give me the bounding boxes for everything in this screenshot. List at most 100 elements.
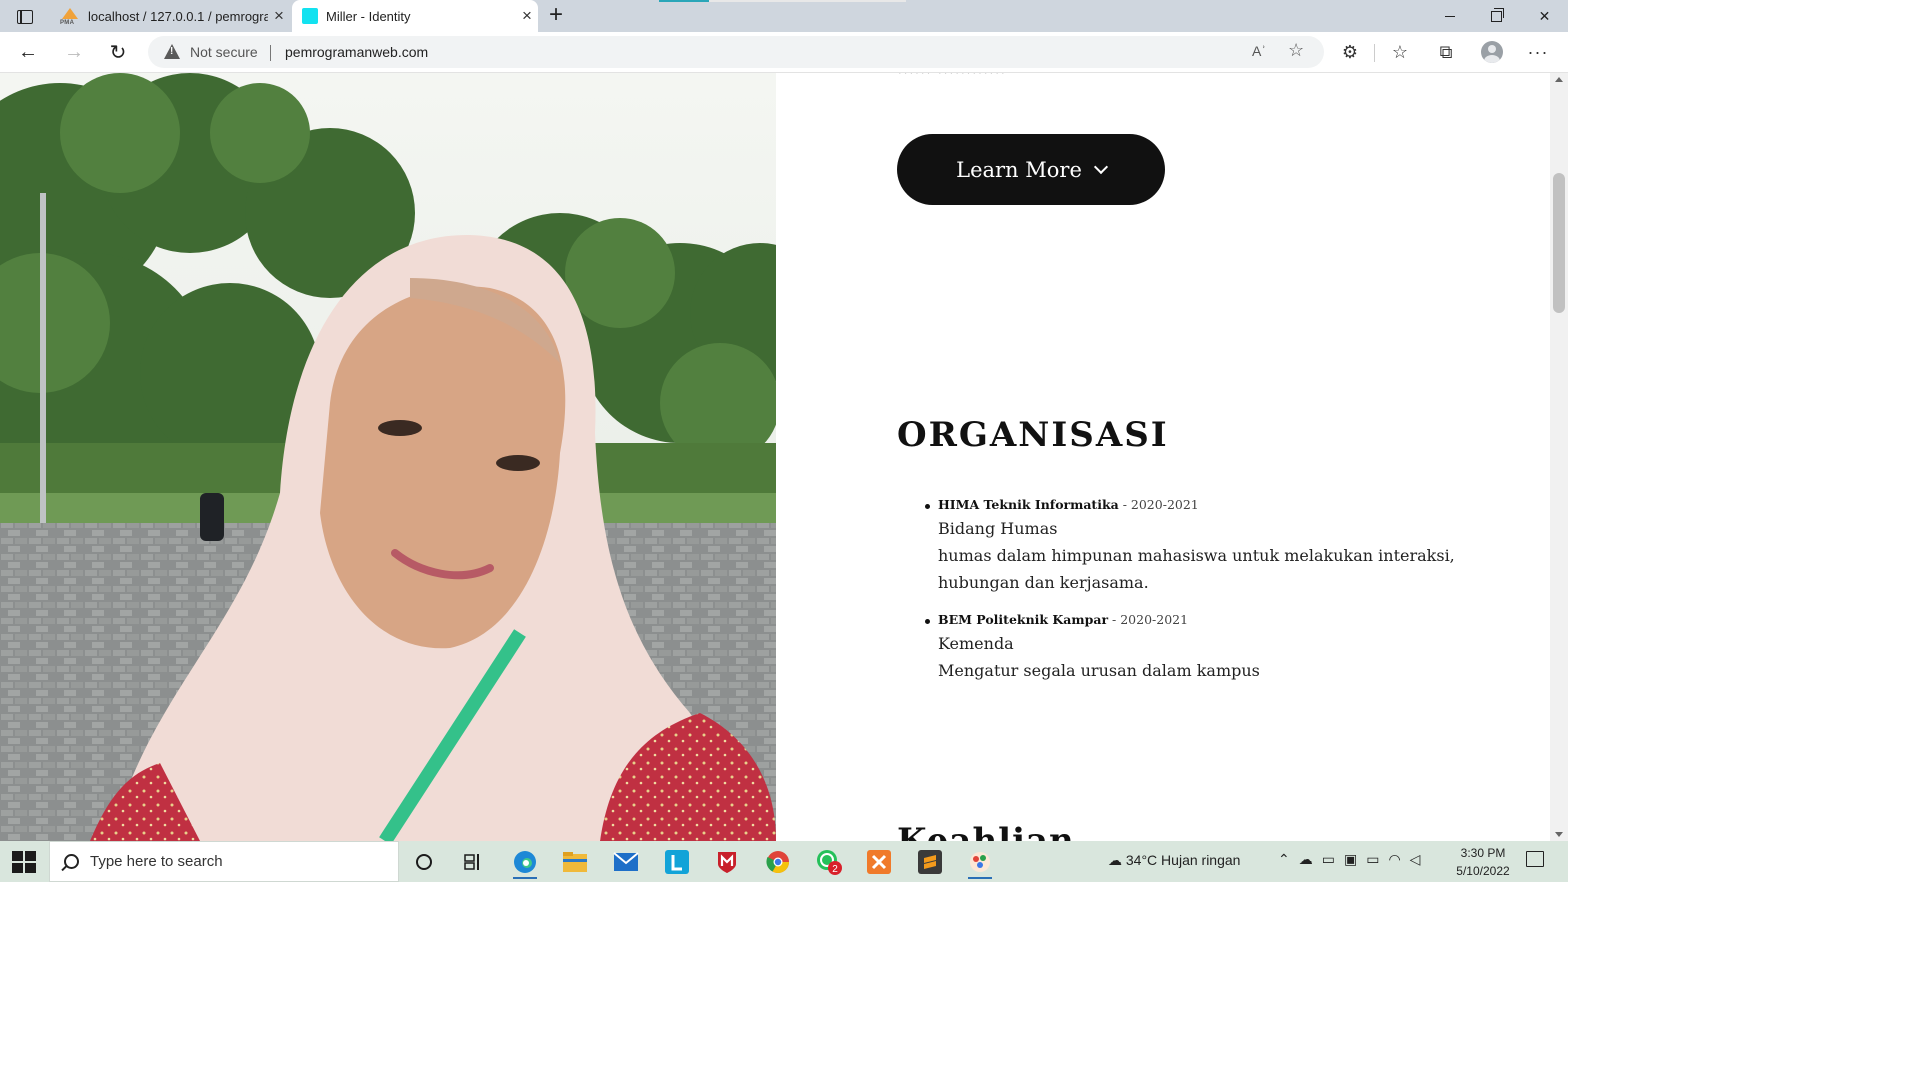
chevron-down-icon: [1093, 159, 1108, 175]
paint-app-icon[interactable]: [960, 845, 1000, 879]
tab-phpmyadmin[interactable]: PMA localhost / 127.0.0.1 / pemrograman …: [52, 0, 290, 32]
profile-button[interactable]: [1476, 36, 1508, 68]
extensions-icon[interactable]: ⚙: [1334, 36, 1366, 68]
whatsapp-badge: 2: [832, 864, 838, 875]
learn-more-label: Learn More: [956, 157, 1082, 182]
loading-indicator: [659, 0, 709, 2]
weather-text: 34°C Hujan ringan: [1125, 852, 1241, 868]
whatsapp-icon[interactable]: 2: [809, 845, 849, 879]
close-tab-icon[interactable]: ×: [268, 6, 290, 26]
xampp-icon[interactable]: [859, 845, 899, 879]
sublime-text-icon[interactable]: [910, 845, 950, 879]
system-tray[interactable]: ⌃☁▭▣▭◠◁: [1278, 851, 1429, 868]
security-label[interactable]: Not secure: [190, 44, 258, 60]
scroll-up-icon[interactable]: [1555, 77, 1563, 82]
scrollbar-thumb[interactable]: [1553, 173, 1565, 313]
back-button[interactable]: ←: [12, 36, 44, 68]
chrome-icon[interactable]: [758, 845, 798, 879]
mcafee-icon[interactable]: [707, 845, 747, 879]
clock-time: 3:30 PM: [1460, 846, 1506, 860]
page-scrollbar[interactable]: [1550, 73, 1568, 841]
minimize-icon: [1444, 15, 1455, 17]
org-role: Kemenda: [938, 634, 1014, 653]
new-tab-button[interactable]: +: [544, 3, 568, 29]
collections-icon[interactable]: ⧉: [1430, 36, 1462, 68]
url-text[interactable]: pemrogramanweb.com: [285, 44, 428, 60]
search-icon: [64, 854, 79, 869]
minimize-button[interactable]: [1426, 0, 1473, 32]
forward-button[interactable]: →: [58, 36, 90, 68]
windows-start-icon[interactable]: [12, 851, 36, 873]
close-tab-icon[interactable]: ×: [516, 6, 538, 26]
org-year: - 2020-2021: [1108, 612, 1189, 627]
volume-icon[interactable]: ◁: [1410, 851, 1430, 867]
mail-icon[interactable]: [606, 845, 646, 879]
taskbar-search-box[interactable]: Type here to search: [49, 841, 399, 882]
org-description: Mengatur segala urusan dalam kampus: [938, 661, 1260, 680]
browser-tab-strip: PMA localhost / 127.0.0.1 / pemrograman …: [0, 0, 1568, 32]
chevron-up-icon[interactable]: ⌃: [1278, 851, 1299, 867]
phpmyadmin-icon: PMA: [60, 8, 80, 26]
tab-actions-icon: [17, 10, 33, 24]
list-item: BEM Politeknik Kampar - 2020-2021 Kemend…: [897, 610, 1497, 684]
address-separator: [270, 45, 271, 61]
file-explorer-icon[interactable]: [555, 845, 595, 879]
address-bar[interactable]: Not secure pemrogramanweb.com Aʾ ☆: [148, 36, 1324, 68]
wifi-icon[interactable]: ◠: [1388, 851, 1409, 867]
org-year: - 2020-2021: [1118, 497, 1199, 512]
browser-toolbar: ← → ↻ Not secure pemrogramanweb.com Aʾ ☆…: [0, 32, 1568, 73]
learn-more-button[interactable]: Learn More: [897, 134, 1165, 205]
weather-icon: ☁: [1108, 852, 1122, 868]
organisasi-list: HIMA Teknik Informatika - 2020-2021 Bida…: [897, 495, 1497, 698]
cortana-icon[interactable]: [404, 845, 444, 879]
section-title-keahlian: Keahlian: [897, 821, 1075, 841]
org-description: humas dalam himpunan mahasiswa untuk mel…: [938, 546, 1455, 592]
tab-miller-identity[interactable]: Miller - Identity ×: [292, 0, 538, 32]
active-indicator: [968, 877, 992, 879]
arrow-left-icon: ←: [18, 40, 38, 63]
display-icon[interactable]: ▣: [1344, 851, 1366, 867]
notification-icon[interactable]: [1526, 851, 1544, 867]
reload-icon: ↻: [109, 41, 127, 64]
favorites-icon[interactable]: ☆: [1384, 36, 1416, 68]
arrow-right-icon: →: [64, 40, 84, 63]
org-header: BEM Politeknik Kampar - 2020-2021: [938, 610, 1497, 630]
avatar: [1481, 41, 1503, 63]
onedrive-icon[interactable]: ☁: [1299, 851, 1322, 867]
windows-taskbar: Type here to search 2 ☁ 34°C Hujan ringa…: [0, 841, 1568, 882]
strip-highlight: [709, 0, 906, 2]
edge-icon[interactable]: [505, 845, 545, 879]
battery-icon[interactable]: ▭: [1366, 851, 1388, 867]
tab-title: localhost / 127.0.0.1 / pemrograman: [88, 8, 268, 24]
reload-button[interactable]: ↻: [102, 36, 134, 68]
tab-title: Miller - Identity: [326, 8, 411, 24]
page-viewport: ...... ............ Learn More ORGANISAS…: [0, 73, 1550, 841]
cyan-square-icon: [302, 8, 318, 24]
add-favorite-icon[interactable]: ☆: [1288, 40, 1304, 61]
clock-date: 5/10/2022: [1456, 864, 1510, 878]
close-window-button[interactable]: ✕: [1521, 0, 1568, 32]
profile-photo: [0, 73, 776, 841]
meet-now-icon[interactable]: ▭: [1322, 851, 1344, 867]
taskbar-clock[interactable]: 3:30 PM 5/10/2022: [1448, 844, 1518, 880]
org-role: Bidang Humas: [938, 519, 1058, 538]
toolbar-separator: [1374, 44, 1375, 62]
restore-icon: [1491, 7, 1504, 22]
weather-widget[interactable]: ☁ 34°C Hujan ringan: [1108, 852, 1240, 869]
list-item: HIMA Teknik Informatika - 2020-2021 Bida…: [897, 495, 1497, 596]
active-indicator: [513, 877, 537, 879]
tab-actions-button[interactable]: [8, 5, 42, 29]
read-aloud-icon[interactable]: Aʾ: [1252, 43, 1266, 59]
clipped-paragraph-text: ...... ............: [897, 73, 1006, 78]
search-placeholder: Type here to search: [90, 853, 223, 870]
task-view-icon[interactable]: [454, 845, 494, 879]
org-name: BEM Politeknik Kampar: [938, 612, 1109, 627]
section-title-organisasi: ORGANISASI: [897, 415, 1169, 455]
warning-icon[interactable]: [164, 44, 180, 59]
scroll-down-icon[interactable]: [1555, 832, 1563, 837]
l-app-icon[interactable]: [657, 845, 697, 879]
restore-button[interactable]: [1473, 0, 1520, 32]
org-name: HIMA Teknik Informatika: [938, 497, 1119, 512]
more-menu-icon[interactable]: ···: [1522, 36, 1554, 68]
close-icon: ✕: [1538, 7, 1551, 24]
